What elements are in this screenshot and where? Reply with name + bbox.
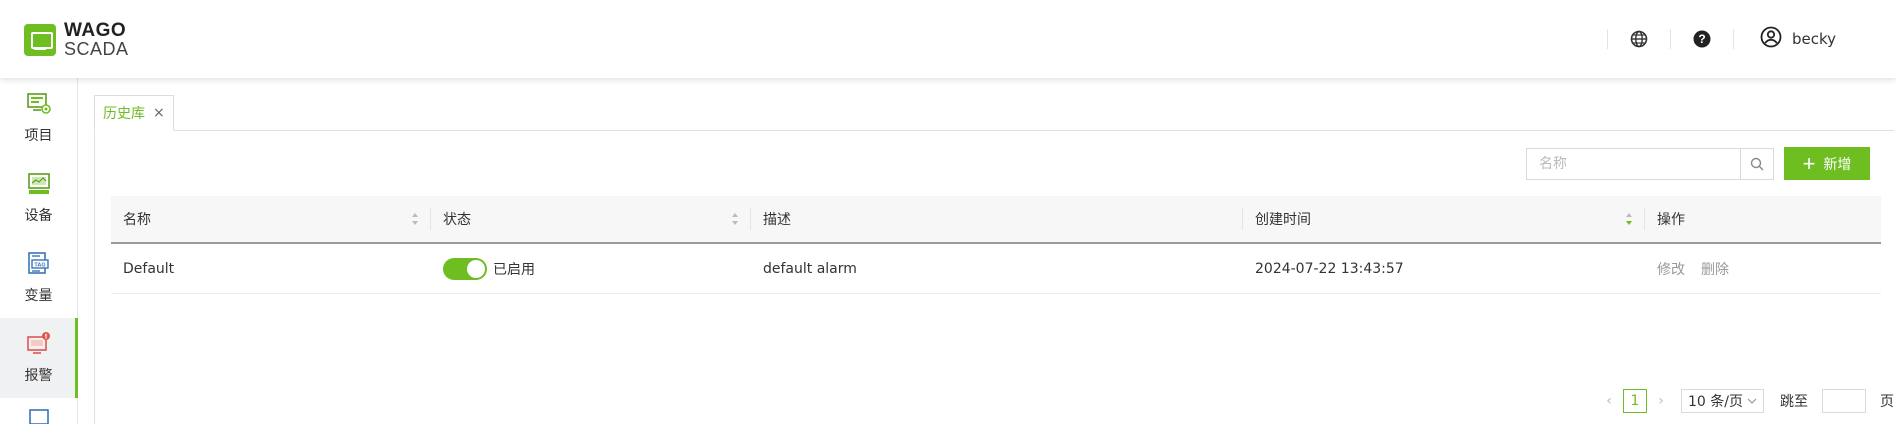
sidebar-item-label: 报警 xyxy=(24,368,53,384)
sort-icon[interactable] xyxy=(411,212,419,226)
sidebar-item-label: 项目 xyxy=(24,128,53,144)
next-page-icon[interactable]: › xyxy=(1655,393,1667,409)
app-logo[interactable]: WAGO SCADA xyxy=(24,20,129,59)
tab-history-db[interactable]: 历史库 × xyxy=(94,95,174,131)
svg-text:?: ? xyxy=(1698,32,1705,46)
sidebar-item-device[interactable]: 设备 xyxy=(0,158,77,238)
alarm-icon xyxy=(26,331,52,361)
data-table: 名称 状态 描述 创建时间 操作 Default 已启用 default ala… xyxy=(111,196,1881,294)
sidebar-nav: 项目 设备 TAG 变量 报警 xyxy=(0,78,78,424)
chevron-down-icon xyxy=(1747,398,1757,404)
table-row: Default 已启用 default alarm 2024-07-22 13:… xyxy=(111,244,1881,294)
tab-label: 历史库 xyxy=(103,106,145,122)
column-header-description: 描述 xyxy=(751,196,1243,242)
divider xyxy=(1669,29,1671,49)
close-icon[interactable]: × xyxy=(153,105,165,121)
sort-desc-icon[interactable] xyxy=(1625,212,1633,226)
logo-title: WAGO xyxy=(64,20,127,41)
globe-icon[interactable] xyxy=(1628,28,1650,50)
plus-icon: + xyxy=(1802,150,1816,176)
header-actions: ? becky xyxy=(1587,0,1836,78)
status-toggle[interactable] xyxy=(443,258,487,280)
jump-page-input[interactable] xyxy=(1821,389,1866,413)
column-header-status[interactable]: 状态 xyxy=(431,196,751,242)
logo-subtitle: SCADA xyxy=(64,39,129,59)
user-icon xyxy=(1760,26,1782,52)
search-icon[interactable] xyxy=(1740,149,1773,179)
delete-link[interactable]: 删除 xyxy=(1701,259,1729,279)
page-size-select[interactable]: 10 条/页 xyxy=(1681,389,1764,413)
column-header-actions: 操作 xyxy=(1657,212,1685,228)
jump-label: 跳至 xyxy=(1779,394,1808,410)
sidebar-item-more[interactable] xyxy=(0,398,77,424)
add-button[interactable]: + 新增 xyxy=(1784,147,1870,180)
cell-description: default alarm xyxy=(763,261,857,277)
column-header-created[interactable]: 创建时间 xyxy=(1243,196,1645,242)
help-icon[interactable]: ? xyxy=(1691,28,1713,50)
username: becky xyxy=(1791,30,1836,48)
sort-icon[interactable] xyxy=(731,212,739,226)
user-menu[interactable]: becky xyxy=(1760,26,1836,52)
sidebar-item-label: 变量 xyxy=(24,288,53,304)
prev-page-icon[interactable]: ‹ xyxy=(1603,393,1615,409)
device-icon xyxy=(26,171,52,201)
cell-status: 已启用 xyxy=(431,244,751,294)
page-1[interactable]: 1 xyxy=(1623,389,1647,413)
column-header-name[interactable]: 名称 xyxy=(111,196,431,242)
project-icon xyxy=(26,91,52,121)
pagination: ‹ 1 › 10 条/页 跳至 页 xyxy=(1603,389,1894,413)
divider xyxy=(1732,29,1734,49)
edit-link[interactable]: 修改 xyxy=(1657,259,1685,279)
sidebar-item-label: 设备 xyxy=(24,208,53,224)
tag-icon: TAG xyxy=(26,251,52,281)
sidebar-item-project[interactable]: 项目 xyxy=(0,78,77,158)
sidebar-item-tag[interactable]: TAG 变量 xyxy=(0,238,77,318)
search-input[interactable] xyxy=(1527,149,1741,179)
divider xyxy=(1606,29,1608,49)
svg-text:TAG: TAG xyxy=(34,263,45,269)
more-module-icon xyxy=(28,408,50,424)
search-box xyxy=(1526,148,1774,180)
main-content: 历史库 × + 新增 名称 状态 描述 xyxy=(78,78,1896,424)
page-suffix: 页 xyxy=(1879,394,1894,410)
table-header: 名称 状态 描述 创建时间 操作 xyxy=(111,196,1881,244)
sidebar-item-alarm[interactable]: 报警 xyxy=(0,318,78,398)
cell-actions: 修改 删除 xyxy=(1645,244,1881,294)
top-header: WAGO SCADA ? becky xyxy=(0,0,1896,78)
cell-name: Default xyxy=(123,261,175,277)
cell-created: 2024-07-22 13:43:57 xyxy=(1255,261,1404,277)
add-button-label: 新增 xyxy=(1823,155,1852,172)
logo-icon xyxy=(24,24,56,56)
status-label: 已启用 xyxy=(493,262,535,278)
